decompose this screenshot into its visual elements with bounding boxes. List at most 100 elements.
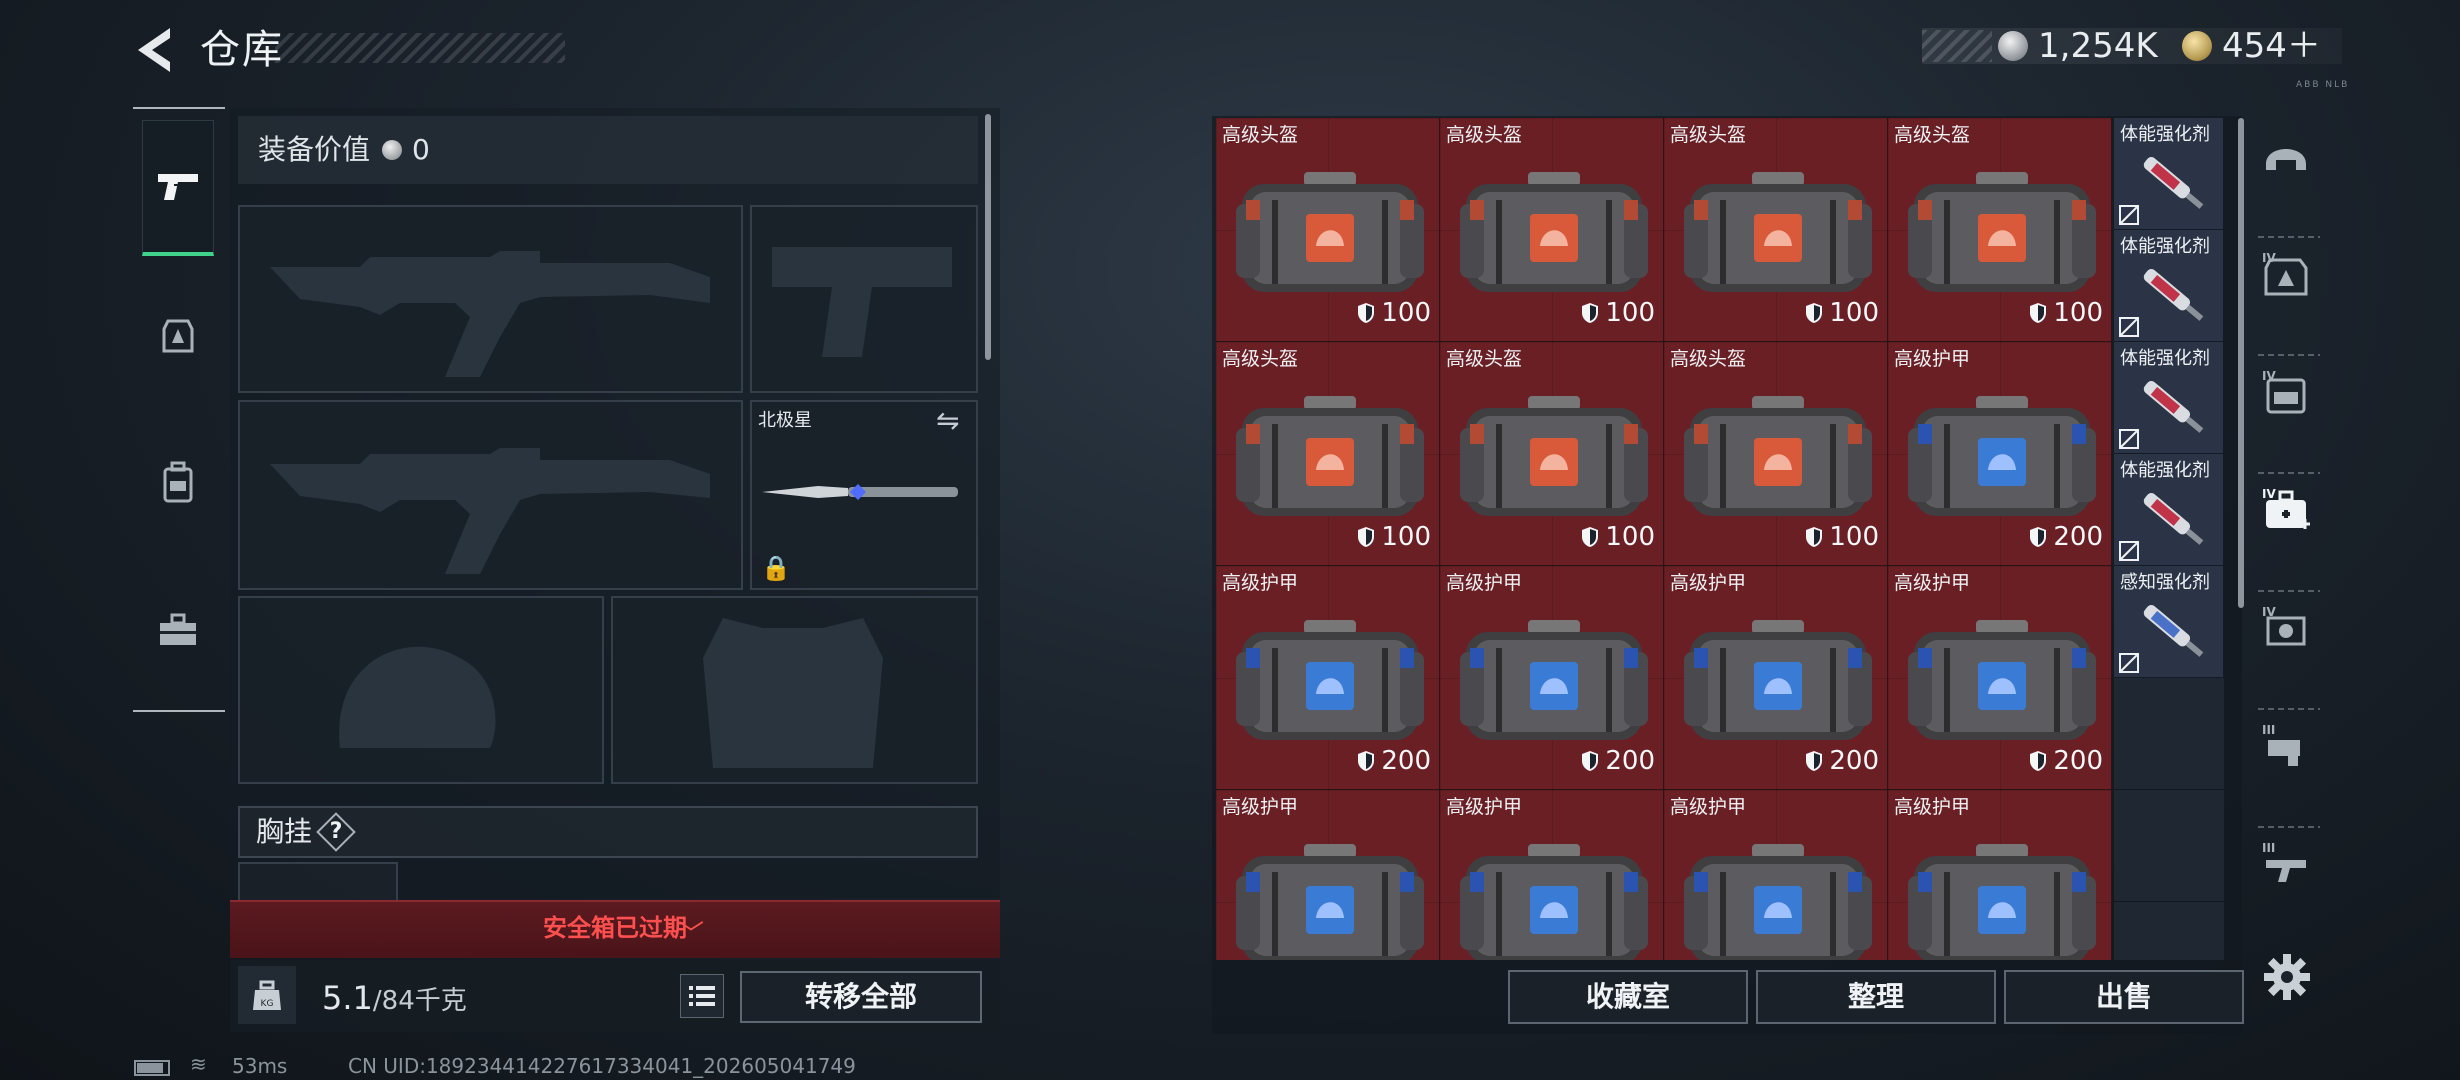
storage-item-consumable[interactable]: 感知强化剂 — [2114, 566, 2224, 678]
svg-text:III: III — [2262, 723, 2275, 737]
shield-icon — [1358, 751, 1375, 771]
left-nav-top-line — [133, 107, 225, 109]
item-name: 高级护甲 — [1670, 572, 1747, 594]
category-ammo-tier[interactable]: IV — [2252, 590, 2324, 670]
item-durability: 200 — [2029, 522, 2103, 552]
storage-scrollbar[interactable] — [2238, 118, 2244, 608]
storage-item[interactable]: 高级护甲 200 — [1216, 566, 1440, 790]
list-view-button[interactable] — [680, 974, 724, 1018]
sell-button[interactable]: 出售 — [2004, 970, 2244, 1024]
category-attachment-tier[interactable]: III — [2252, 708, 2324, 788]
attachment-tier-icon: III — [2262, 723, 2300, 766]
slot-helmet[interactable] — [238, 596, 604, 784]
slot-primary-weapon[interactable] — [238, 205, 743, 393]
item-name: 高级护甲 — [1894, 796, 1971, 818]
nav-item-backpack[interactable] — [142, 436, 214, 528]
silver-amount[interactable]: 1,254K — [2038, 24, 2158, 68]
equipment-scrollbar[interactable] — [985, 114, 991, 360]
storage-item[interactable]: 高级头盔 100 — [1664, 342, 1888, 566]
storage-item-consumable[interactable]: 体能强化剂 — [2114, 118, 2224, 230]
help-mark: ? — [329, 819, 343, 844]
nav-item-weapons[interactable] — [142, 120, 214, 256]
chest-rig-slot[interactable] — [238, 862, 398, 902]
item-name: 高级护甲 — [1894, 572, 1971, 594]
transfer-all-button[interactable]: 转移全部 — [740, 971, 982, 1023]
storage-item[interactable]: 高级护甲 — [1440, 790, 1664, 960]
armor-tier-icon: IV — [2262, 251, 2308, 296]
gold-amount[interactable]: 454＋ — [2222, 24, 2321, 68]
storage-item[interactable]: 高级头盔 100 — [1440, 118, 1664, 342]
storage-item[interactable]: 高级头盔 100 — [1440, 342, 1664, 566]
armor-box-icon — [1460, 620, 1648, 740]
durability-value: 200 — [2053, 746, 2103, 776]
shield-icon — [1806, 303, 1823, 323]
storage-item[interactable]: 高级护甲 200 — [1664, 566, 1888, 790]
settings-button[interactable] — [2260, 950, 2314, 1004]
swap-icon[interactable]: ⇋ — [936, 404, 959, 437]
empty-storage-slot[interactable] — [2114, 678, 2224, 790]
nav-item-armor[interactable] — [142, 290, 214, 382]
nav-item-case[interactable] — [142, 584, 214, 676]
storage-item[interactable]: 高级护甲 200 — [1440, 566, 1664, 790]
gun-tier-icon: III — [2262, 841, 2306, 882]
left-nav-bottom-line — [133, 710, 225, 712]
category-helmet[interactable] — [2252, 118, 2324, 198]
storage-item[interactable]: 高级护甲 200 — [1888, 342, 2112, 566]
injector-icon — [2143, 269, 2204, 321]
slot-secondary-weapon[interactable] — [238, 400, 743, 590]
no-transfer-icon — [2119, 205, 2139, 225]
category-backpack-tier[interactable]: IV — [2252, 354, 2324, 434]
category-armor-tier[interactable]: IV — [2252, 236, 2324, 316]
chevron-down-icon[interactable]: ﹀ — [678, 914, 704, 951]
item-durability: 100 — [1805, 298, 1879, 328]
shield-icon — [1806, 527, 1823, 547]
category-medkit[interactable]: IV — [2252, 472, 2324, 552]
storage-grid: 高级头盔 100 高级头盔 100 高级头盔 100 高级头盔 100 高级头盔… — [1216, 118, 2232, 960]
storage-item[interactable]: 高级头盔 100 — [1664, 118, 1888, 342]
armor-box-icon — [1908, 620, 2096, 740]
storage-item[interactable]: 高级护甲 200 — [1888, 566, 2112, 790]
list-icon — [689, 986, 715, 1006]
armor-box-icon — [1908, 396, 2096, 516]
storage-item[interactable]: 高级头盔 100 — [1888, 118, 2112, 342]
back-button[interactable] — [130, 22, 182, 78]
durability-value: 100 — [1605, 522, 1655, 552]
storage-item[interactable]: 高级护甲 — [1664, 790, 1888, 960]
storage-item-consumable[interactable]: 体能强化剂 — [2114, 342, 2224, 454]
slot-pistol[interactable] — [750, 205, 978, 393]
item-durability: 100 — [1357, 522, 1431, 552]
melee-name: 北极星 — [758, 410, 812, 431]
currency-sublabel: ABB NLB — [2296, 80, 2350, 90]
item-durability: 100 — [1805, 522, 1879, 552]
empty-storage-slot[interactable] — [2114, 902, 2224, 960]
helmet-box-icon — [1460, 396, 1648, 516]
durability-value: 100 — [2053, 298, 2103, 328]
storage-item[interactable]: 高级头盔 100 — [1216, 342, 1440, 566]
category-gun-tier[interactable]: III — [2252, 826, 2324, 906]
storage-item[interactable]: 高级护甲 — [1216, 790, 1440, 960]
armor-box-icon — [1684, 620, 1872, 740]
silver-coin-icon — [382, 140, 402, 160]
storage-item-consumable[interactable]: 体能强化剂 — [2114, 454, 2224, 566]
gold-coin-icon — [2182, 31, 2212, 61]
durability-value: 100 — [1605, 298, 1655, 328]
shield-icon — [1582, 303, 1599, 323]
title-decoration — [275, 33, 565, 63]
sort-button[interactable]: 整理 — [1756, 970, 1996, 1024]
collection-button[interactable]: 收藏室 — [1508, 970, 1748, 1024]
helmet-box-icon — [1236, 172, 1424, 292]
empty-storage-slot[interactable] — [2114, 790, 2224, 902]
equipment-value-label: 装备价值 — [258, 133, 371, 166]
shield-icon — [1806, 751, 1823, 771]
helmet-box-icon — [1236, 396, 1424, 516]
item-durability: 200 — [2029, 746, 2103, 776]
armor-box-icon — [1236, 844, 1424, 960]
svg-text:IV: IV — [2262, 487, 2276, 501]
equipment-value: 0 — [412, 133, 430, 166]
slot-body-armor[interactable] — [611, 596, 978, 784]
storage-item-consumable[interactable]: 体能强化剂 — [2114, 230, 2224, 342]
helmet-box-icon — [1908, 172, 2096, 292]
helmet-box-icon — [1684, 172, 1872, 292]
storage-item[interactable]: 高级头盔 100 — [1216, 118, 1440, 342]
storage-item[interactable]: 高级护甲 — [1888, 790, 2112, 960]
